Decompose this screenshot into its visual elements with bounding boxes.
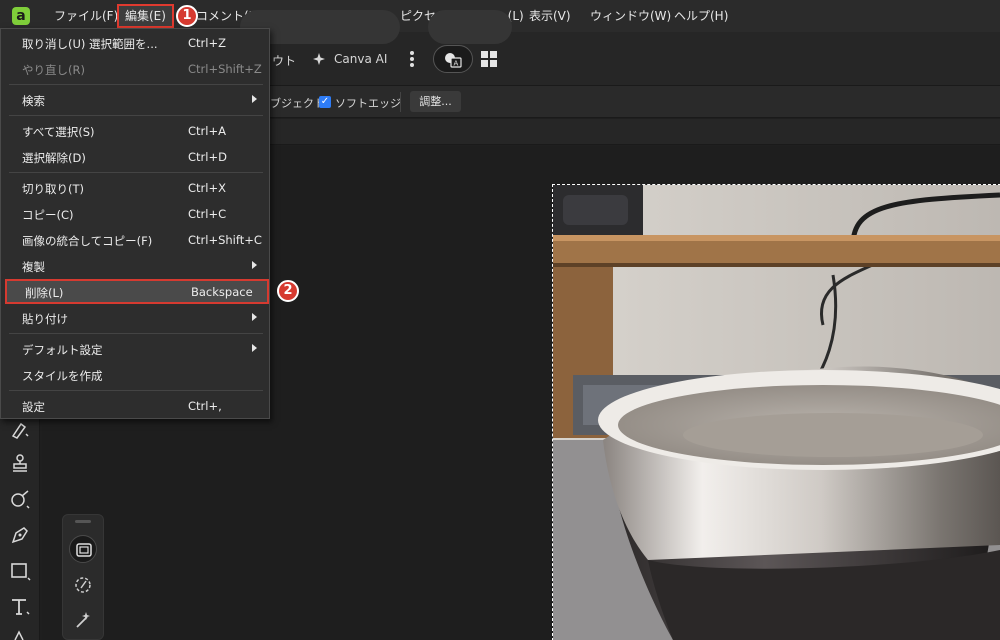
lasso-mode-button[interactable] [69,571,97,599]
menu-item-shortcut: Ctrl+A [188,124,226,138]
photo-image [553,185,1000,640]
menu-item-undo[interactable]: 取り消し(U) 選択範囲を... Ctrl+Z [2,30,269,55]
sparkle-icon [313,53,325,65]
canva-ai-button[interactable]: Canva AI [334,52,387,66]
persona-toggle[interactable]: A [433,45,473,73]
menu-item-label: 画像の統合してコピー(F) [22,234,153,248]
menu-item-shortcut: Ctrl+C [188,207,227,221]
menu-separator [9,172,263,173]
persona-icon: A [445,53,462,68]
menu-separator [9,333,263,334]
objects-option-label[interactable]: ブジェクト [270,95,325,111]
photo-layer[interactable] [552,184,1000,640]
menu-item-shortcut: Ctrl+, [188,399,222,413]
menu-item-delete[interactable]: 削除(L) Backspace [5,279,269,304]
menu-item-select-all[interactable]: すべて選択(S) Ctrl+A [2,118,269,143]
menu-item-label: 設定 [22,400,45,414]
more-options-icon[interactable] [409,50,415,68]
palette-grip-handle[interactable] [75,520,91,523]
menu-item-shortcut: Ctrl+D [188,150,227,164]
divider [400,92,401,112]
menu-item-label: スタイルを作成 [22,369,103,383]
magic-wand-mode-button[interactable] [69,606,97,634]
submenu-arrow-icon [252,313,257,321]
menu-item-find[interactable]: 検索 [2,87,269,112]
partial-tool-icon[interactable] [9,628,31,640]
view-mode-pill [428,10,512,44]
menu-item-shortcut: Ctrl+Shift+C [188,233,262,247]
menu-item-shortcut: Ctrl+Z [188,36,226,50]
submenu-arrow-icon [252,95,257,103]
menu-edit[interactable]: 編集(E) [117,4,174,28]
menu-item-paste[interactable]: 貼り付け [2,305,269,330]
menu-help[interactable]: ヘルプ(H) [674,0,728,32]
menu-item-label: コピー(C) [22,208,74,222]
menu-item-label: 削除(L) [25,286,64,300]
menu-item-deselect[interactable]: 選択解除(D) Ctrl+D [2,144,269,169]
menu-item-label: デフォルト設定 [22,343,103,357]
submenu-arrow-icon [252,261,257,269]
step-badge-1: 1 [176,5,198,27]
menu-item-label: やり直し(R) [22,63,85,77]
menu-item-label: 選択解除(D) [22,151,86,165]
menu-item-duplicate[interactable]: 複製 [2,253,269,278]
text-tool-icon[interactable] [9,596,31,618]
menu-separator [9,84,263,85]
pen-icon[interactable] [9,524,31,546]
menu-item-copy[interactable]: コピー(C) Ctrl+C [2,201,269,226]
submenu-arrow-icon [252,344,257,352]
grid-icon[interactable] [481,51,497,67]
menu-separator [9,115,263,116]
menu-item-create-style[interactable]: スタイルを作成 [2,362,269,387]
menu-item-label: 取り消し(U) 選択範囲を... [22,37,158,51]
menu-window[interactable]: ウィンドウ(W) [590,0,671,32]
rectangle-icon[interactable] [9,560,31,582]
soft-edge-label: ソフトエッジ [335,97,401,110]
menu-separator [9,390,263,391]
menu-item-shortcut: Ctrl+Shift+Z [188,62,262,76]
menu-item-shortcut: Backspace [191,285,253,299]
menu-item-label: すべて選択(S) [22,125,95,139]
persona-partial-label[interactable]: ウト [272,52,296,69]
soft-edge-checkbox[interactable]: ✓ [319,96,331,108]
menu-item-label: 検索 [22,94,45,108]
magic-wand-icon [76,612,90,628]
menu-item-label: 切り取り(T) [22,182,84,196]
app-logo-icon[interactable]: a [12,7,30,25]
svg-text:A: A [454,60,459,68]
menu-item-settings[interactable]: 設定 Ctrl+, [2,393,269,418]
selection-refine-icon [76,543,92,557]
menu-item-label: 複製 [22,260,45,274]
menu-item-defaults[interactable]: デフォルト設定 [2,336,269,361]
menu-item-label: 貼り付け [22,312,68,326]
healing-brush-icon[interactable] [9,488,31,510]
adjust-button[interactable]: 調整... [410,91,461,112]
menu-view[interactable]: 表示(V) [529,0,571,32]
menu-item-redo[interactable]: やり直し(R) Ctrl+Shift+Z [2,56,269,81]
stamp-icon[interactable] [9,452,31,474]
menu-item-copy-merged[interactable]: 画像の統合してコピー(F) Ctrl+Shift+C [2,227,269,252]
step-badge-2: 2 [277,280,299,302]
menu-item-shortcut: Ctrl+X [188,181,226,195]
brush-select-icon[interactable] [9,418,31,440]
menu-item-cut[interactable]: 切り取り(T) Ctrl+X [2,175,269,200]
lasso-icon [75,577,91,593]
selection-mode-button[interactable] [69,535,97,563]
edit-menu-dropdown: 取り消し(U) 選択範囲を... Ctrl+Z やり直し(R) Ctrl+Shi… [0,28,270,419]
